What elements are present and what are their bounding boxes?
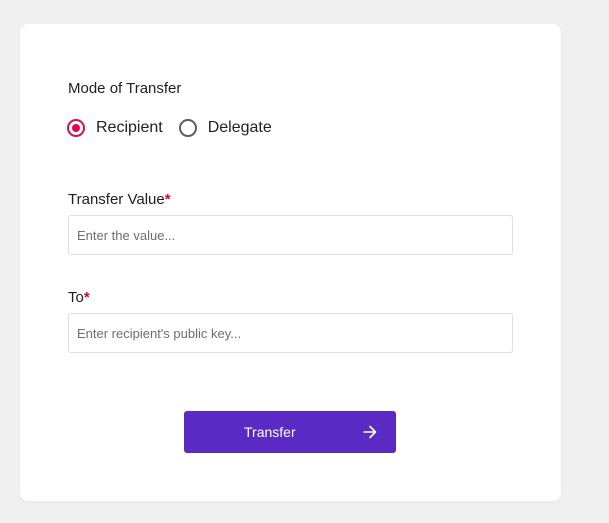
to-label-text: To xyxy=(68,289,84,306)
mode-radio-group: Recipient Delegate xyxy=(67,117,288,139)
to-label: To* xyxy=(68,289,90,306)
transfer-value-input[interactable] xyxy=(68,215,513,255)
transfer-value-label: Transfer Value* xyxy=(68,191,171,208)
arrow-right-icon xyxy=(363,425,377,439)
transfer-button-label: Transfer xyxy=(244,424,296,440)
required-asterisk: * xyxy=(164,191,171,208)
recipient-public-key-input[interactable] xyxy=(68,313,513,353)
delegate-radio-button[interactable] xyxy=(178,119,197,137)
delegate-radio-label[interactable]: Delegate xyxy=(208,119,272,137)
radio-option-delegate[interactable]: Delegate xyxy=(178,119,272,137)
recipient-radio-label[interactable]: Recipient xyxy=(96,119,163,137)
radio-option-recipient[interactable]: Recipient xyxy=(67,119,163,137)
transfer-value-label-text: Transfer Value xyxy=(68,191,165,208)
recipient-radio-button[interactable] xyxy=(67,119,85,137)
transfer-button[interactable]: Transfer xyxy=(184,411,396,453)
mode-of-transfer-label: Mode of Transfer xyxy=(68,80,182,97)
required-asterisk: * xyxy=(83,289,90,306)
transfer-form-card: Mode of Transfer Recipient Delegate Tran… xyxy=(20,24,561,501)
